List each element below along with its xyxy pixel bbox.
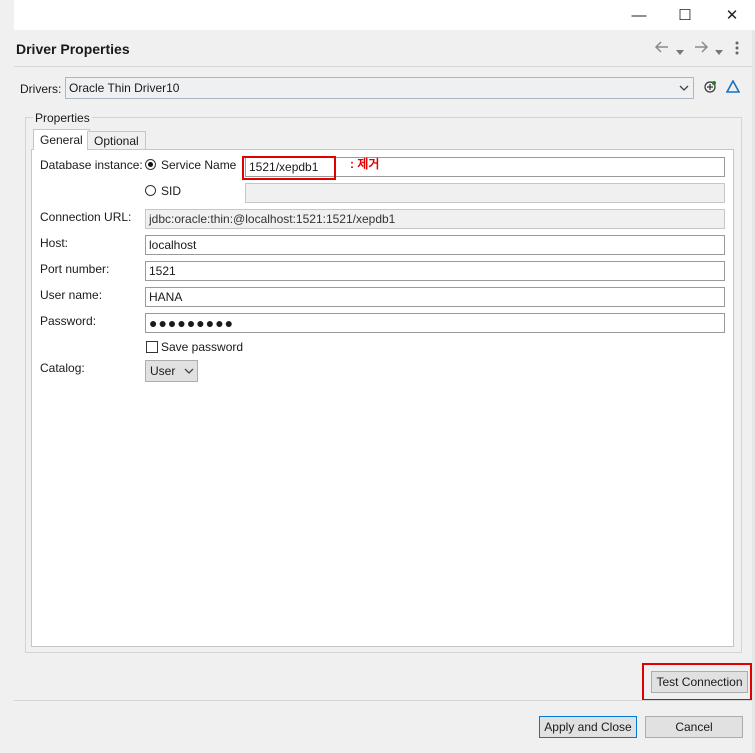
close-button[interactable]: ✕ — [709, 0, 755, 30]
drivers-label: Drivers: — [20, 82, 62, 96]
save-password-checkbox[interactable] — [146, 341, 158, 353]
annotation-text: : 제거 — [350, 157, 380, 171]
sid-label: SID — [161, 184, 182, 198]
radio-unselected-icon — [145, 185, 156, 196]
drivers-select-value: Oracle Thin Driver10 — [69, 81, 180, 95]
host-input[interactable]: localhost — [145, 235, 725, 255]
test-connection-highlight — [642, 663, 752, 701]
user-name-input[interactable]: HANA — [145, 287, 725, 307]
chevron-down-icon — [184, 361, 194, 387]
catalog-select-value: User — [150, 364, 176, 378]
edit-driver-icon[interactable] — [725, 79, 741, 97]
sid-radio[interactable] — [145, 185, 156, 199]
port-number-input[interactable]: 1521 — [145, 261, 725, 281]
chevron-down-icon — [679, 78, 689, 105]
cancel-button[interactable]: Cancel — [645, 716, 743, 738]
bottom-divider — [14, 700, 755, 701]
forward-dropdown-icon[interactable] — [715, 43, 723, 59]
forward-icon[interactable] — [693, 40, 709, 57]
minimize-button[interactable]: — — [616, 0, 662, 30]
connection-url-label: Connection URL: — [40, 210, 132, 224]
save-password-label: Save password — [161, 340, 244, 354]
maximize-button[interactable]: ☐ — [662, 0, 708, 30]
service-name-radio[interactable] — [145, 159, 156, 173]
service-name-highlight — [242, 156, 336, 180]
page-title: Driver Properties — [16, 41, 130, 57]
password-input[interactable]: ●●●●●●●●● — [145, 313, 725, 333]
properties-legend: Properties — [33, 111, 92, 125]
catalog-label: Catalog: — [40, 361, 85, 375]
port-number-label: Port number: — [40, 262, 110, 276]
add-driver-icon[interactable] — [703, 80, 717, 97]
password-label: Password: — [40, 314, 97, 328]
back-icon[interactable] — [654, 40, 670, 57]
more-icon[interactable] — [734, 41, 740, 58]
sid-input[interactable] — [245, 183, 725, 203]
database-instance-label: Database instance: — [40, 158, 143, 172]
back-dropdown-icon[interactable] — [676, 43, 684, 59]
tab-general[interactable]: General — [33, 129, 90, 150]
radio-selected-icon — [145, 159, 156, 170]
connection-url-field: jdbc:oracle:thin:@localhost:1521:1521/xe… — [145, 209, 725, 229]
service-name-label: Service Name — [161, 158, 237, 172]
tab-optional[interactable]: Optional — [87, 131, 146, 150]
drivers-select[interactable]: Oracle Thin Driver10 — [65, 77, 694, 99]
host-label: Host: — [40, 236, 69, 250]
apply-and-close-button[interactable]: Apply and Close — [539, 716, 637, 738]
catalog-select[interactable]: User — [145, 360, 198, 382]
user-name-label: User name: — [40, 288, 103, 302]
